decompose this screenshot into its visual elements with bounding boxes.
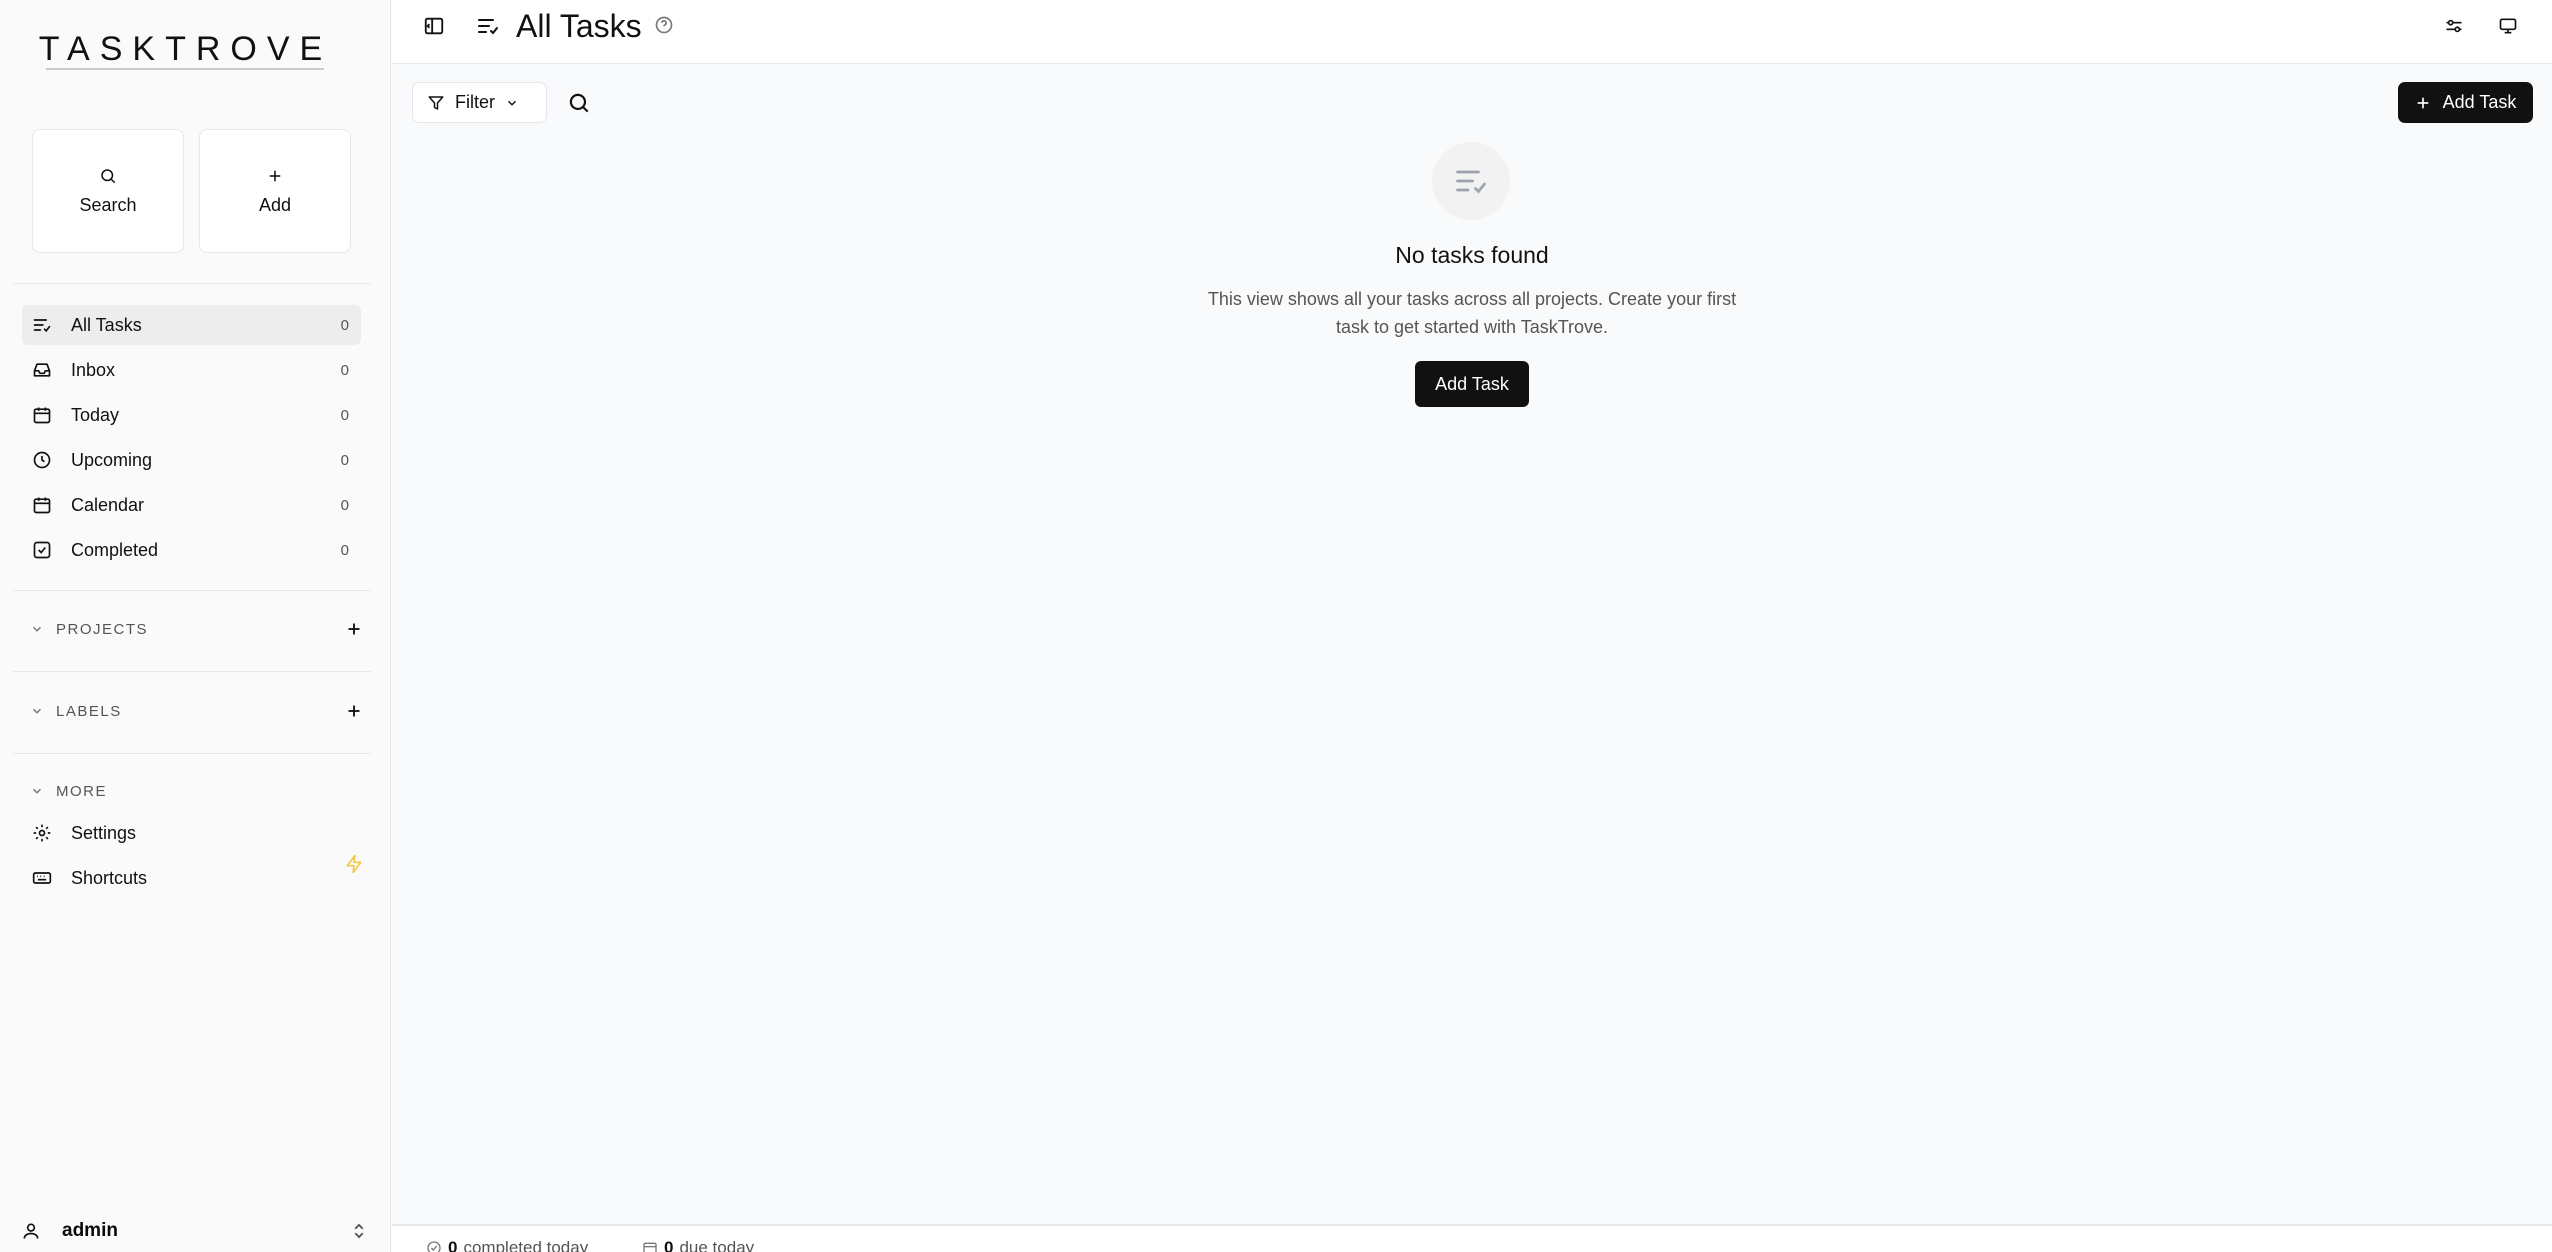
- sidebar-item-inbox[interactable]: Inbox 0: [22, 350, 361, 390]
- count-badge: 0: [340, 361, 349, 379]
- quick-add-button[interactable]: Add: [199, 129, 351, 253]
- completed-today-stat: 0 completed today: [426, 1238, 588, 1252]
- labels-section-title: LABELS: [56, 702, 122, 720]
- empty-state-description: This view shows all your tasks across al…: [1172, 285, 1772, 341]
- top-bar: All Tasks: [392, 0, 2552, 64]
- quick-search-button[interactable]: Search: [32, 129, 184, 253]
- sidebar-item-shortcuts[interactable]: Shortcuts: [22, 858, 361, 898]
- filter-label: Filter: [455, 92, 495, 112]
- filter-icon: [428, 95, 444, 110]
- keyboard-icon: [32, 872, 52, 884]
- sidebar-item-label: Today: [71, 404, 120, 425]
- sidebar-item-label: All Tasks: [71, 314, 142, 335]
- user-name: admin: [62, 1220, 118, 1241]
- more-section-title: MORE: [56, 782, 107, 800]
- add-task-label: Add Task: [2442, 92, 2517, 112]
- divider: [13, 590, 371, 591]
- add-project-icon[interactable]: [343, 618, 365, 640]
- labels-section-header[interactable]: LABELS: [30, 696, 365, 726]
- add-task-button[interactable]: Add Task: [2398, 82, 2533, 123]
- app-logo[interactable]: TASKTROVE: [0, 30, 371, 69]
- chevron-down-icon: [507, 100, 517, 106]
- monitor-icon: [2499, 18, 2517, 34]
- list-check-icon: [33, 319, 51, 333]
- due-count: 0: [664, 1238, 674, 1252]
- toggle-sidebar-button[interactable]: [420, 12, 448, 40]
- empty-state-icon: [1432, 142, 1510, 220]
- view-options-button[interactable]: [2440, 12, 2468, 40]
- sidebar-item-label: Settings: [71, 822, 137, 843]
- count-badge: 0: [340, 496, 349, 514]
- display-button[interactable]: [2494, 12, 2522, 40]
- calendar-icon: [643, 1242, 657, 1252]
- logo-underline: [46, 68, 324, 70]
- empty-state-desc-line: task to get started with TaskTrove.: [1335, 317, 1609, 337]
- divider: [13, 283, 371, 284]
- user-menu[interactable]: admin: [0, 1210, 390, 1252]
- check-square-icon: [33, 541, 51, 559]
- sidebar-item-calendar[interactable]: Calendar 0: [22, 485, 361, 525]
- help-circle-icon: [655, 16, 673, 34]
- sidebar-item-label: Calendar: [71, 494, 145, 515]
- empty-state-desc-line: This view shows all your tasks across al…: [1207, 289, 1737, 309]
- sidebar-item-label: Completed: [71, 539, 159, 560]
- completed-count: 0: [448, 1238, 458, 1252]
- check-circle-icon: [427, 1241, 441, 1252]
- chevron-up-down-icon: [354, 1223, 364, 1239]
- sidebar-item-upcoming[interactable]: Upcoming 0: [22, 440, 361, 480]
- projects-section-title: PROJECTS: [56, 620, 149, 638]
- list-check-icon: [1456, 170, 1486, 194]
- quick-search-label: Search: [79, 194, 137, 215]
- empty-state-add-task-button[interactable]: Add Task: [1415, 361, 1529, 407]
- divider: [13, 671, 371, 672]
- plus-icon: [269, 170, 281, 181]
- calendar-icon: [33, 407, 51, 424]
- plus-icon: [2417, 97, 2428, 108]
- due-label: due today: [679, 1238, 755, 1252]
- chevron-down-icon: [32, 708, 42, 714]
- help-button[interactable]: [650, 11, 678, 39]
- sidebar-toggle-icon: [424, 17, 444, 35]
- view-icon-button[interactable]: [474, 12, 502, 40]
- count-badge: 0: [340, 541, 349, 559]
- divider: [13, 753, 371, 754]
- status-bar: 0 completed today 0 due today: [392, 1224, 2552, 1252]
- sidebar-item-completed[interactable]: Completed 0: [22, 530, 361, 570]
- clock-icon: [33, 451, 51, 469]
- due-today-stat: 0 due today: [642, 1238, 754, 1252]
- chevron-down-icon: [32, 788, 42, 794]
- settings-sliders-icon: [2446, 19, 2462, 33]
- inbox-icon: [33, 363, 51, 377]
- count-badge: 0: [340, 316, 349, 334]
- empty-state-title: No tasks found: [1395, 242, 1549, 268]
- calendar-icon: [33, 497, 51, 514]
- sidebar-item-label: Inbox: [71, 359, 116, 380]
- sidebar-item-all-tasks[interactable]: All Tasks 0: [22, 305, 361, 345]
- lightning-icon[interactable]: [344, 852, 364, 876]
- sidebar-item-settings[interactable]: Settings: [22, 813, 361, 853]
- projects-section-header[interactable]: PROJECTS: [30, 614, 365, 644]
- add-label-icon[interactable]: [343, 700, 365, 722]
- filter-button[interactable]: Filter: [412, 82, 547, 123]
- chevron-down-icon: [32, 626, 42, 632]
- page-title: All Tasks: [516, 8, 642, 44]
- gear-icon: [33, 824, 51, 842]
- sidebar-item-label: Upcoming: [71, 449, 153, 470]
- search-icon[interactable]: [566, 90, 592, 116]
- completed-label: completed today: [463, 1238, 589, 1252]
- sidebar: TASKTROVE Search Add All Tasks 0 Inbox 0…: [0, 0, 391, 1252]
- sidebar-item-label: Shortcuts: [71, 867, 148, 888]
- quick-add-label: Add: [258, 194, 292, 215]
- more-section-header[interactable]: MORE: [30, 776, 365, 806]
- count-badge: 0: [340, 451, 349, 469]
- sidebar-item-today[interactable]: Today 0: [22, 395, 361, 435]
- user-icon: [23, 1223, 39, 1239]
- search-icon: [101, 168, 116, 183]
- count-badge: 0: [340, 406, 349, 424]
- list-check-icon: [478, 19, 498, 35]
